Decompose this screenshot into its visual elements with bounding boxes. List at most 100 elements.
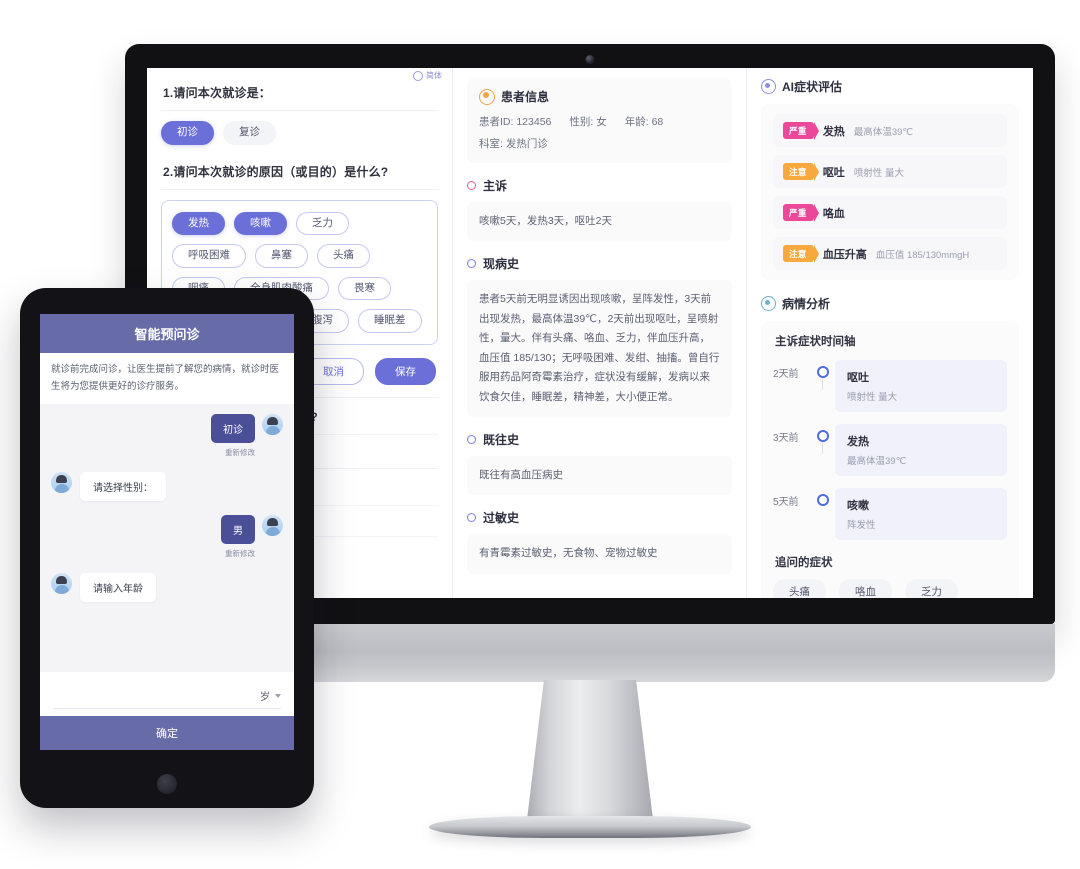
patient-age-value: 68: [651, 116, 664, 128]
timeline-time: 2天前: [773, 369, 799, 380]
monitor-stand-neck: [526, 680, 654, 828]
section-title: 主诉: [483, 179, 508, 193]
section-body: 咳嗽5天，发热3天，呕吐2天: [467, 202, 732, 242]
ai-icon: [761, 79, 776, 94]
assessment-row[interactable]: 注意 呕吐 喷射性 量大: [773, 155, 1007, 188]
chat-message-bot: 请输入年龄: [51, 573, 283, 603]
followup-chip-hemoptysis[interactable]: 咯血: [839, 579, 892, 598]
symptom-chip-fever[interactable]: 发热: [172, 211, 225, 236]
bullet-icon: [467, 181, 476, 190]
timeline-symptom-name: 咳嗽: [847, 500, 869, 512]
visit-type-option-first[interactable]: 初诊: [161, 121, 214, 145]
timeline-symptom-detail: 喷射性 量大: [847, 392, 898, 403]
assessment-row[interactable]: 注意 血压升高 血压值 185/130mmgH: [773, 237, 1007, 270]
section-heading: 既往史: [467, 431, 732, 448]
section-title: 过敏史: [483, 511, 520, 526]
confirm-button[interactable]: 确定: [40, 716, 294, 750]
user-message-bubble[interactable]: 初诊: [211, 414, 255, 444]
patient-gender-value: 女: [596, 116, 607, 128]
chat-message-bot: 请选择性别：: [51, 472, 283, 502]
section-body: 有青霉素过敏史，无食物、宠物过敏史: [467, 534, 732, 574]
timeline-row[interactable]: 2天前 呕吐 喷射性 量大: [773, 360, 1007, 412]
symptom-timeline: 2天前 呕吐 喷射性 量大 3天前 发热 最高体温39℃ 5天前 咳嗽 阵发性: [773, 360, 1007, 540]
divider: [161, 110, 438, 111]
symptom-chip-cough[interactable]: 咳嗽: [234, 211, 287, 236]
symptom-chip-poor-sleep[interactable]: 睡眠差: [358, 309, 422, 333]
patient-id-value: 123456: [516, 116, 552, 128]
avatar: [51, 472, 72, 494]
timeline-time: 3天前: [773, 433, 799, 444]
assessment-symptom-name: 血压升高: [822, 248, 867, 261]
timeline-symptom-detail: 最高体温39℃: [847, 456, 907, 467]
avatar: [51, 573, 72, 595]
severity-badge-label: 注意: [789, 248, 807, 259]
home-button[interactable]: [157, 774, 177, 794]
symptom-chip-chills[interactable]: 畏寒: [338, 276, 391, 301]
timeline-symptom-name: 呕吐: [847, 372, 869, 384]
analysis-heading: 病情分析: [761, 295, 1019, 312]
analysis-card: 主诉症状时间轴 2天前 呕吐 喷射性 量大 3天前 发热 最高体温39℃ 5天前…: [761, 321, 1019, 598]
assessment-symptom-name: 发热: [822, 125, 845, 138]
analysis-icon: [761, 296, 776, 311]
timeline-marker: [811, 488, 835, 506]
phone-app-title: 智能预问诊: [40, 314, 294, 353]
user-message-bubble[interactable]: 男: [221, 515, 255, 545]
chevron-down-icon[interactable]: [275, 693, 281, 698]
assessment-symptom-detail: 最高体温39℃: [853, 126, 914, 138]
patient-id-label: 患者ID:: [479, 116, 514, 128]
ai-assessment-card: 严重 发热 最高体温39℃ 注意 呕吐 喷射性 量大 严重 咯血 注意 血压升高…: [761, 104, 1019, 280]
assessment-symptom-name: 呕吐: [822, 166, 845, 179]
assessment-row[interactable]: 严重 发热 最高体温39℃: [773, 114, 1007, 147]
scene: 简体 1.请问本次就诊是： 初诊 复诊 2.请问本次就诊的原因（或目的）是什么?…: [0, 0, 1080, 869]
language-toggle[interactable]: 简体: [413, 70, 442, 81]
symptom-chip-dyspnea[interactable]: 呼吸困难: [172, 244, 246, 268]
phone-intro-text: 就诊前完成问诊，让医生提前了解您的病情，就诊时医生将为您提供更好的诊疗服务。: [40, 353, 294, 405]
user-message-wrap: 男 重新修改: [221, 515, 255, 559]
severity-badge: 注意: [783, 163, 819, 181]
visit-type-option-return[interactable]: 复诊: [223, 121, 276, 145]
question-1-title: 1.请问本次就诊是：: [163, 86, 272, 100]
section-title: 既往史: [483, 432, 520, 447]
assessment-symptom-detail: 血压值 185/130mmgH: [875, 249, 970, 261]
followup-chip-headache[interactable]: 头痛: [773, 579, 826, 598]
phone-screen: 智能预问诊 就诊前完成问诊，让医生提前了解您的病情，就诊时医生将为您提供更好的诊…: [40, 314, 294, 750]
timeline-node-icon: [817, 430, 829, 442]
medical-record-panel: 患者信息 患者ID: 123456 性别: 女 年龄: 68 科室: 发热门诊 …: [452, 68, 747, 598]
analysis-title: 病情分析: [782, 297, 831, 311]
patient-age: 年龄: 68: [625, 114, 664, 129]
timeline-row[interactable]: 3天前 发热 最高体温39℃: [773, 424, 1007, 476]
timeline-node-icon: [817, 366, 829, 378]
edit-message-link[interactable]: 重新修改: [225, 548, 255, 559]
timeline-marker: [811, 424, 835, 454]
edit-message-link[interactable]: 重新修改: [225, 447, 255, 458]
timeline-row[interactable]: 5天前 咳嗽 阵发性: [773, 488, 1007, 540]
symptom-chip-fatigue[interactable]: 乏力: [296, 211, 349, 236]
ai-assessment-title: AI症状评估: [782, 80, 843, 94]
avatar: [262, 515, 283, 537]
save-button[interactable]: 保存: [375, 357, 436, 385]
followup-chip-fatigue[interactable]: 乏力: [905, 579, 958, 598]
age-unit-label[interactable]: 岁: [260, 688, 270, 703]
globe-icon: [413, 70, 423, 81]
assessment-row[interactable]: 严重 咯血: [773, 196, 1007, 229]
bot-message-bubble: 请输入年龄: [80, 573, 156, 603]
timeline-title: 主诉症状时间轴: [775, 336, 856, 348]
patient-info-title: 患者信息: [501, 90, 550, 104]
section-title: 现病史: [483, 257, 520, 272]
section-past-history: 既往史 既往有高血压病史: [467, 431, 732, 496]
chat-thread: 初诊 重新修改 请选择性别： 男 重新修改 请输入年龄: [40, 404, 294, 672]
ai-assessment-heading: AI症状评估: [761, 78, 1019, 95]
language-label: 简体: [426, 71, 442, 80]
ai-analysis-panel: AI症状评估 严重 发热 最高体温39℃ 注意 呕吐 喷射性 量大 严重 咯血 …: [747, 68, 1033, 598]
timeline-card: 呕吐 喷射性 量大: [835, 360, 1007, 412]
age-input-line[interactable]: 岁: [53, 688, 281, 709]
patient-meta-row: 患者ID: 123456 性别: 女 年龄: 68: [479, 114, 720, 129]
chat-message-user: 初诊 重新修改: [51, 414, 283, 458]
section-heading: 主诉: [467, 177, 732, 194]
timeline-card: 发热 最高体温39℃: [835, 424, 1007, 476]
section-chief-complaint: 主诉 咳嗽5天，发热3天，呕吐2天: [467, 177, 732, 242]
patient-department-value: 发热门诊: [505, 138, 548, 150]
symptom-chip-headache[interactable]: 头痛: [317, 244, 370, 268]
assessment-symptom-name: 咯血: [822, 207, 845, 220]
symptom-chip-nasal-congestion[interactable]: 鼻塞: [255, 244, 308, 268]
